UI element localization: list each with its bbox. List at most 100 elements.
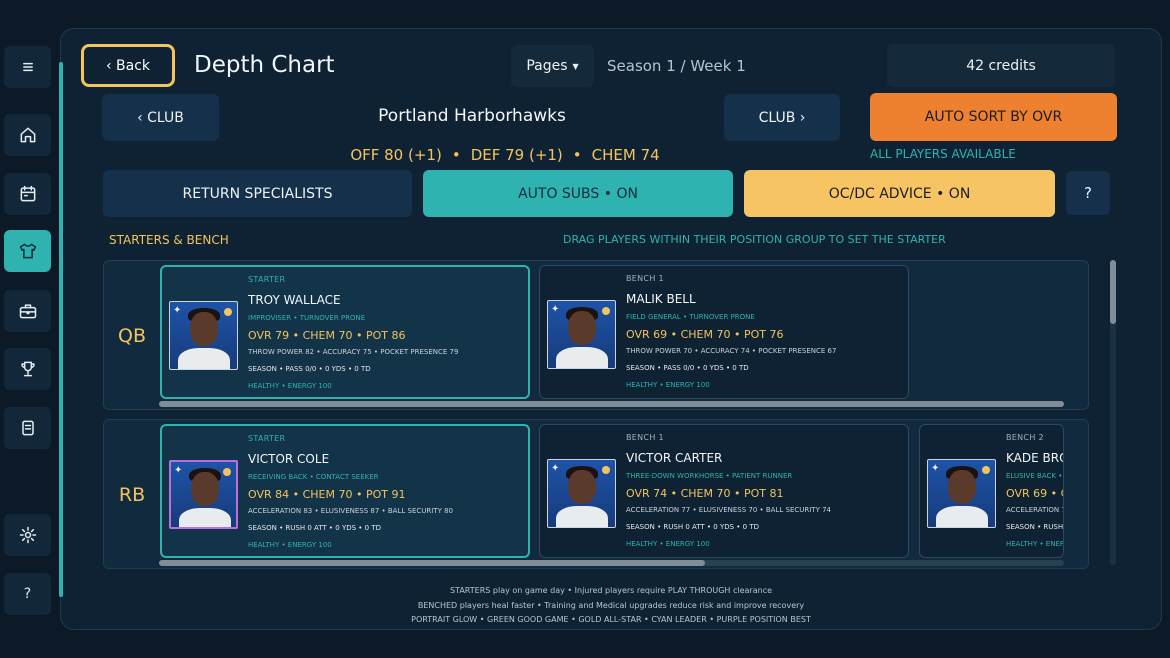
- team-logo-icon: ✦: [551, 304, 560, 315]
- player-name: TROY WALLACE: [248, 293, 341, 307]
- credits-display: 42 credits: [887, 44, 1115, 87]
- player-traits: ELUSIVE BACK • CONTACT SEEKER: [1006, 472, 1063, 480]
- footer-line-2: BENCHED players heal faster • Training a…: [417, 601, 805, 610]
- player-card[interactable]: ✦ BENCH 2 KADE BROOKS ELUSIVE BACK • CON…: [919, 424, 1064, 558]
- player-status: STARTER: [248, 434, 286, 443]
- nav-briefcase-button[interactable]: [4, 290, 51, 332]
- calendar-icon: [20, 185, 35, 202]
- gold-badge-icon: [223, 468, 231, 476]
- player-attributes: THROW POWER 82 • ACCURACY 75 • POCKET PR…: [248, 348, 459, 356]
- prev-club-button[interactable]: ‹ CLUB: [102, 94, 219, 141]
- chem-rating: CHEM 74: [591, 146, 660, 164]
- gold-badge-icon: [602, 307, 610, 315]
- player-name: VICTOR CARTER: [626, 451, 723, 465]
- player-ratings: OVR 69 • CHEM 70 • POT 76: [626, 328, 784, 341]
- section-label: STARTERS & BENCH: [109, 233, 229, 247]
- help-button[interactable]: ?: [1066, 171, 1110, 215]
- position-label: RB: [118, 484, 146, 506]
- player-portrait: ✦: [547, 459, 616, 528]
- player-portrait: ✦: [547, 300, 616, 369]
- gold-badge-icon: [602, 466, 610, 474]
- sidebar-help-label: ?: [23, 586, 32, 602]
- player-season-stats: SEASON • PASS 0/0 • 0 YDS • 0 TD: [248, 365, 371, 373]
- gold-badge-icon: [224, 308, 232, 316]
- player-health: HEALTHY • ENERGY 100: [626, 540, 710, 548]
- player-status: BENCH 1: [626, 433, 664, 442]
- position-label: QB: [118, 325, 146, 347]
- player-attributes: THROW POWER 70 • ACCURACY 74 • POCKET PR…: [626, 347, 837, 355]
- player-health: HEALTHY • ENERGY 100: [248, 382, 332, 390]
- page-title: Depth Chart: [194, 52, 335, 78]
- auto-subs-toggle[interactable]: AUTO SUBS • ON: [423, 170, 733, 217]
- player-status: BENCH 1: [626, 274, 664, 283]
- vertical-scroll-thumb[interactable]: [1110, 260, 1116, 324]
- availability-status: ALL PLAYERS AVAILABLE: [870, 147, 1016, 161]
- team-logo-icon: ✦: [173, 305, 182, 316]
- separator-dot: •: [451, 146, 461, 164]
- player-status: STARTER: [248, 275, 286, 284]
- player-season-stats: SEASON • RUSH 0 ATT • 0 YDS • 0 TD: [626, 523, 759, 531]
- home-icon: [20, 127, 35, 143]
- nav-roster-button[interactable]: [4, 230, 51, 272]
- rb-scroll-thumb[interactable]: [159, 560, 705, 566]
- nav-notes-button[interactable]: [4, 407, 51, 449]
- pages-label: Pages: [526, 58, 568, 74]
- nav-home-button[interactable]: [4, 114, 51, 156]
- back-button[interactable]: ‹ Back: [81, 44, 175, 87]
- def-rating: DEF 79 (+1): [470, 146, 563, 164]
- player-card[interactable]: ✦ BENCH 1 MALIK BELL FIELD GENERAL • TUR…: [539, 265, 909, 399]
- auto-sort-button[interactable]: AUTO SORT BY OVR: [870, 93, 1117, 141]
- menu-icon: [22, 62, 33, 72]
- player-attributes: ACCELERATION 83 • ELUSIVENESS 87 • BALL …: [248, 507, 453, 515]
- settings-button[interactable]: [4, 514, 51, 556]
- separator-dot: •: [572, 146, 582, 164]
- player-health: HEALTHY • ENERGY 100: [1006, 540, 1063, 548]
- player-card[interactable]: ✦ STARTER VICTOR COLE RECEIVING BACK • C…: [160, 424, 530, 558]
- position-row-qb: QB ✦ STARTER TROY WALLACE IMPROVISER • T…: [103, 260, 1089, 410]
- nav-calendar-button[interactable]: [4, 173, 51, 215]
- player-card[interactable]: ✦ STARTER TROY WALLACE IMPROVISER • TURN…: [160, 265, 530, 399]
- player-health: HEALTHY • ENERGY 100: [626, 381, 710, 389]
- player-season-stats: SEASON • RUSH 0 ATT • 0 YDS • 0 TD: [1006, 523, 1064, 531]
- player-portrait: ✦: [927, 459, 996, 528]
- player-attributes: ACCELERATION 79 • ELUSIVENESS 72 • BALL …: [1006, 506, 1063, 514]
- next-club-button[interactable]: CLUB ›: [724, 94, 840, 141]
- qb-scroll-thumb[interactable]: [159, 401, 1064, 407]
- team-logo-icon: ✦: [931, 463, 940, 474]
- player-portrait: ✦: [169, 460, 238, 529]
- player-traits: THREE-DOWN WORKHORSE • PATIENT RUNNER: [626, 472, 793, 480]
- player-traits: FIELD GENERAL • TURNOVER PRONE: [626, 313, 755, 321]
- team-name: Portland Harborhawks: [378, 106, 566, 126]
- player-portrait: ✦: [169, 301, 238, 370]
- player-ratings: OVR 74 • CHEM 70 • POT 81: [626, 487, 784, 500]
- player-attributes: ACCELERATION 77 • ELUSIVENESS 70 • BALL …: [626, 506, 831, 514]
- team-logo-icon: ✦: [174, 465, 183, 476]
- player-traits: IMPROVISER • TURNOVER PRONE: [248, 314, 366, 322]
- team-logo-icon: ✦: [551, 463, 560, 474]
- menu-button[interactable]: [4, 46, 51, 88]
- player-season-stats: SEASON • PASS 0/0 • 0 YDS • 0 TD: [626, 364, 749, 372]
- drag-hint: DRAG PLAYERS WITHIN THEIR POSITION GROUP…: [563, 233, 946, 246]
- team-ratings: OFF 80 (+1) • DEF 79 (+1) • CHEM 74: [290, 146, 720, 164]
- nav-trophy-button[interactable]: [4, 348, 51, 390]
- gear-icon: [19, 526, 36, 544]
- player-status: BENCH 2: [1006, 433, 1044, 442]
- player-name: KADE BROOKS: [1006, 451, 1063, 465]
- sidebar-help-button[interactable]: ?: [4, 573, 51, 615]
- pages-dropdown[interactable]: Pages ▼: [511, 45, 594, 87]
- return-specialists-button[interactable]: RETURN SPECIALISTS: [103, 170, 412, 217]
- footer-line-3: PORTRAIT GLOW • GREEN GOOD GAME • GOLD A…: [411, 615, 811, 624]
- notes-icon: [21, 420, 34, 436]
- active-nav-accent: [59, 62, 63, 597]
- player-traits: RECEIVING BACK • CONTACT SEEKER: [248, 473, 379, 481]
- gold-badge-icon: [982, 466, 990, 474]
- player-season-stats: SEASON • RUSH 0 ATT • 0 YDS • 0 TD: [248, 524, 381, 532]
- ocdc-advice-toggle[interactable]: OC/DC ADVICE • ON: [744, 170, 1055, 217]
- player-ratings: OVR 84 • CHEM 70 • POT 91: [248, 488, 406, 501]
- footer-line-1: STARTERS play on game day • Injured play…: [449, 586, 773, 595]
- position-row-rb: RB ✦ STARTER VICTOR COLE RECEIVING BACK …: [103, 419, 1089, 569]
- player-name: MALIK BELL: [626, 292, 696, 306]
- player-card[interactable]: ✦ BENCH 1 VICTOR CARTER THREE-DOWN WORKH…: [539, 424, 909, 558]
- off-rating: OFF 80 (+1): [350, 146, 442, 164]
- player-health: HEALTHY • ENERGY 100: [248, 541, 332, 549]
